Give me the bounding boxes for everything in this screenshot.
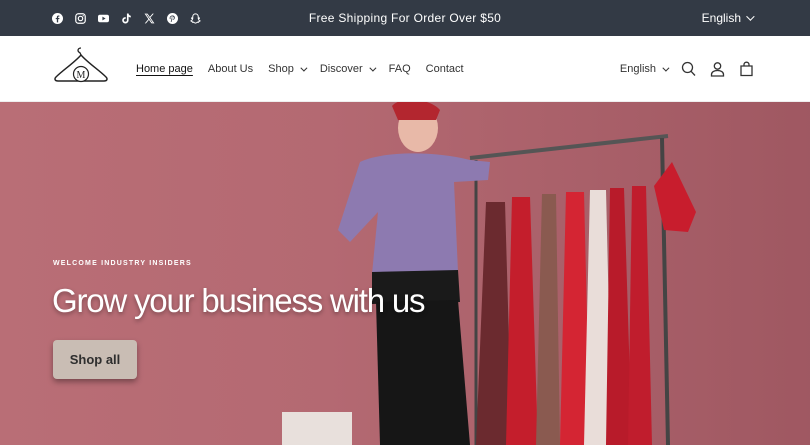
announcement-bar: Free Shipping For Order Over $50 English bbox=[0, 0, 810, 36]
shop-all-button[interactable]: Shop all bbox=[53, 340, 137, 379]
search-icon[interactable] bbox=[681, 61, 696, 77]
main-nav: Home page About Us Shop Discover FAQ Con… bbox=[136, 36, 464, 102]
chevron-down-icon bbox=[369, 64, 377, 72]
header-actions: English bbox=[620, 36, 754, 102]
hero-eyebrow: WELCOME INDUSTRY INSIDERS bbox=[53, 260, 192, 267]
logo[interactable]: M bbox=[52, 46, 110, 91]
nav-shop[interactable]: Shop bbox=[268, 63, 308, 75]
hero-banner: WELCOME INDUSTRY INSIDERS Grow your busi… bbox=[0, 102, 810, 445]
account-icon[interactable] bbox=[710, 61, 725, 77]
language-label: English bbox=[619, 63, 656, 75]
nav-discover-label: Discover bbox=[319, 63, 363, 75]
language-selector[interactable]: English bbox=[619, 63, 670, 75]
hero-image bbox=[282, 102, 696, 445]
nav-faq-label: FAQ bbox=[388, 63, 411, 75]
nav-contact[interactable]: Contact bbox=[426, 63, 464, 75]
hero-heading: Grow your business with us bbox=[52, 282, 425, 319]
announcement-message: Free Shipping For Order Over $50 bbox=[308, 11, 502, 25]
nav-discover[interactable]: Discover bbox=[319, 63, 377, 75]
nav-home-label: Home page bbox=[136, 63, 193, 75]
nav-home[interactable]: Home page bbox=[136, 63, 193, 75]
site-header: M Home page About Us Shop Discover FAQ C… bbox=[0, 36, 810, 102]
cart-icon[interactable] bbox=[739, 61, 754, 77]
nav-about-label: About Us bbox=[207, 63, 254, 75]
nav-faq[interactable]: FAQ bbox=[389, 63, 411, 75]
logo-letter: M bbox=[77, 70, 86, 81]
language-selector-top[interactable]: English bbox=[701, 0, 755, 36]
language-label: English bbox=[701, 11, 741, 25]
chevron-down-icon bbox=[300, 64, 308, 72]
nav-about[interactable]: About Us bbox=[208, 63, 253, 75]
chevron-down-icon bbox=[662, 64, 670, 72]
nav-shop-label: Shop bbox=[268, 63, 294, 75]
nav-contact-label: Contact bbox=[425, 63, 464, 75]
